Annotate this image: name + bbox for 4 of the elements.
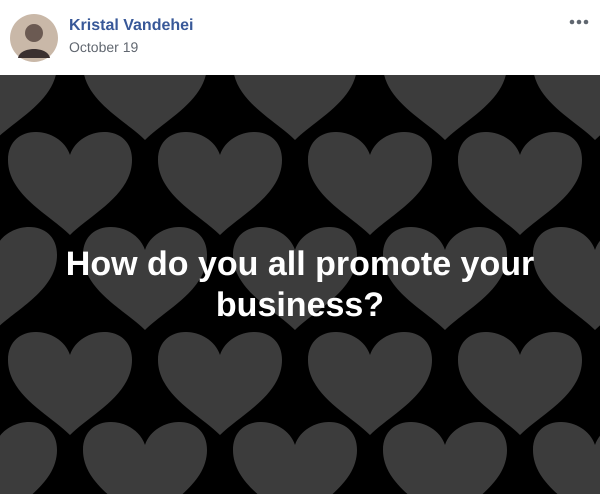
author-name[interactable]: Kristal Vandehei [69, 16, 194, 34]
post-text: How do you all promote your business? [64, 244, 536, 326]
more-options-icon[interactable] [569, 19, 589, 25]
post-date[interactable]: October 19 [69, 38, 138, 54]
